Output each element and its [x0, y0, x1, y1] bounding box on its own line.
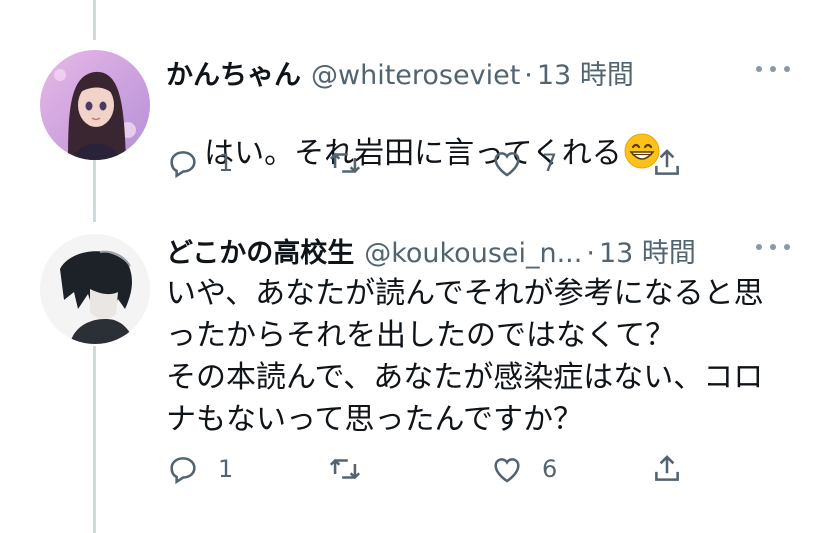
like-button[interactable]: 7	[490, 146, 557, 180]
tweet-text-container: はい。それ岩田に言ってくれる	[166, 91, 660, 217]
retweet-button[interactable]	[328, 146, 380, 180]
reply-icon	[170, 151, 196, 179]
user-handle[interactable]: @koukousei_n...	[364, 238, 582, 269]
share-icon	[655, 455, 679, 481]
share-icon	[655, 149, 679, 175]
separator-dot: ·	[524, 60, 533, 91]
share-button[interactable]	[650, 146, 684, 180]
tweet-text: いや、あなたが読んでそれが参考になると思 ったからそれを出したのではなくて？ そ…	[166, 276, 764, 437]
timestamp[interactable]: 13 時間	[599, 231, 696, 270]
share-button[interactable]	[650, 452, 684, 486]
retweet-button[interactable]	[328, 452, 380, 486]
heart-icon	[494, 458, 520, 483]
display-name[interactable]: どこかの高校生	[166, 231, 354, 270]
reply-count: 1	[218, 455, 234, 483]
tweet-header: かんちゃん @whiteroseviet · 13 時間	[166, 53, 634, 92]
user-handle[interactable]: @whiteroseviet	[311, 60, 520, 91]
reply-button[interactable]: 1	[166, 146, 233, 180]
like-count: 6	[542, 455, 558, 483]
anime-boy-avatar-icon	[40, 234, 150, 344]
retweet-icon	[329, 458, 361, 480]
tweet-text: はい。それ岩田に言ってくれる	[204, 136, 622, 171]
more-options-icon[interactable]	[756, 64, 790, 74]
heart-icon	[494, 152, 520, 177]
display-name[interactable]: かんちゃん	[166, 53, 301, 92]
like-button[interactable]: 6	[490, 452, 557, 486]
tweet-header: どこかの高校生 @koukousei_n... · 13 時間	[166, 231, 696, 270]
anime-girl-avatar-icon	[40, 50, 150, 160]
reply-button[interactable]: 1	[166, 452, 233, 486]
tweet[interactable]: かんちゃん @whiteroseviet · 13 時間 はい。それ岩田に言って…	[0, 0, 828, 200]
avatar[interactable]	[40, 234, 150, 344]
timestamp[interactable]: 13 時間	[537, 53, 634, 92]
reply-count: 1	[218, 149, 234, 177]
retweet-icon	[329, 152, 361, 174]
separator-dot: ·	[586, 238, 595, 269]
avatar[interactable]	[40, 50, 150, 160]
like-count: 7	[542, 149, 558, 177]
tweet[interactable]: どこかの高校生 @koukousei_n... · 13 時間 いや、あなたが読…	[0, 200, 828, 533]
reply-icon	[170, 457, 196, 485]
more-options-icon[interactable]	[756, 242, 790, 252]
